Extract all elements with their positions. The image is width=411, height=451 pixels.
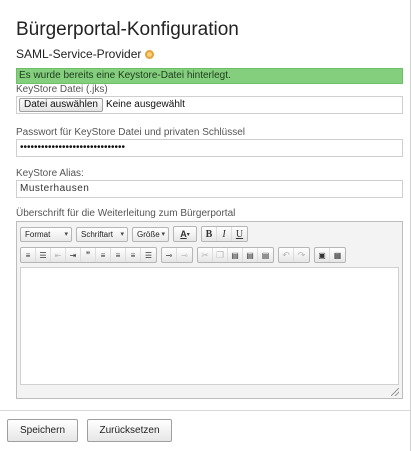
history-group: ↶ ↷ [278, 247, 310, 263]
page-title: Bürgerportal-Konfiguration [16, 19, 239, 40]
align-right-icon: ≡ [130, 250, 136, 260]
underline-button[interactable]: U [232, 227, 247, 241]
clipboard-group: ✂ ❐ ▤ ▤ ▤ [197, 247, 274, 263]
table-icon: ▦ [333, 250, 342, 260]
section-title: SAML-Service-Provider [16, 47, 155, 61]
password-label: Passwort für KeyStore Datei und privaten… [16, 127, 245, 138]
align-left-icon: ≡ [100, 250, 106, 260]
keystore-notice: Es wurde bereits eine Keystore-Datei hin… [16, 68, 403, 84]
align-center-button[interactable]: ≡ [111, 248, 126, 262]
resize-grip-icon[interactable] [391, 388, 399, 396]
font-dropdown-label: Schriftart [81, 229, 114, 239]
cut-button[interactable]: ✂ [198, 248, 213, 262]
link-button[interactable]: ⊸ [162, 248, 177, 262]
blockquote-button[interactable]: ” [81, 248, 96, 262]
save-button[interactable]: Speichern [7, 419, 78, 442]
unlink-icon: ⊸ [181, 250, 188, 260]
info-icon[interactable] [145, 49, 155, 59]
chevron-down-icon: ▾ [120, 230, 124, 238]
copy-icon: ❐ [215, 249, 225, 260]
outdent-button[interactable]: ⇤ [51, 248, 66, 262]
image-icon: ▣ [318, 250, 326, 260]
password-field[interactable]: •••••••••••••••••••••••••••••• [16, 139, 403, 157]
config-page: Bürgerportal-Konfiguration SAML-Service-… [0, 0, 411, 451]
blockquote-icon: ” [85, 250, 91, 260]
justify-icon: ☰ [144, 250, 153, 260]
underline-icon: U [235, 228, 244, 240]
align-right-button[interactable]: ≡ [126, 248, 141, 262]
paste-word-icon: ▤ [261, 250, 270, 260]
keystore-file-label: KeyStore Datei (.jks) [16, 84, 108, 95]
indent-icon: ⇥ [69, 250, 77, 260]
choose-file-button[interactable]: Datei auswählen [19, 98, 103, 112]
size-dropdown[interactable]: Größe ▾ [132, 226, 169, 242]
paste-word-button[interactable]: ▤ [258, 248, 273, 262]
image-button[interactable]: ▣ [315, 248, 330, 262]
keystore-file-field: Datei auswählen Keine ausgewählt [16, 96, 403, 114]
copy-button[interactable]: ❐ [213, 248, 228, 262]
reset-button[interactable]: Zurücksetzen [87, 419, 172, 442]
size-dropdown-label: Größe [137, 229, 160, 239]
text-color-group: A ▾ [173, 226, 197, 242]
editor-toolbar-row-1: Format ▾ Schriftart ▾ Größe ▾ A ▾ B I U [20, 225, 252, 243]
paste-text-icon: ▤ [246, 250, 254, 260]
chevron-down-icon: ▾ [64, 230, 68, 238]
italic-button[interactable]: I [217, 227, 232, 241]
justify-button[interactable]: ☰ [141, 248, 156, 262]
paste-icon: ▤ [231, 250, 239, 260]
redo-icon: ↷ [297, 249, 306, 260]
alias-input[interactable]: Musterhausen [16, 180, 403, 198]
undo-icon: ↶ [282, 249, 290, 260]
password-value: •••••••••••••••••••••••••••••• [20, 142, 126, 153]
chevron-down-icon: ▾ [161, 230, 165, 238]
link-icon: ⊸ [165, 250, 173, 260]
indent-button[interactable]: ⇥ [66, 248, 81, 262]
footer-divider [0, 410, 411, 411]
italic-icon: I [222, 228, 226, 240]
table-button[interactable]: ▦ [330, 248, 345, 262]
link-group: ⊸ ⊸ [161, 247, 193, 263]
text-color-button[interactable]: A ▾ [174, 227, 196, 241]
rich-text-editor: Format ▾ Schriftart ▾ Größe ▾ A ▾ B I U ≡ [16, 221, 403, 399]
redo-button[interactable]: ↷ [294, 248, 309, 262]
bulleted-list-icon: ☰ [39, 250, 47, 260]
format-dropdown[interactable]: Format ▾ [20, 226, 72, 242]
format-dropdown-label: Format [25, 229, 51, 239]
editor-toolbar-row-2: ≡ ☰ ⇤ ⇥ ” ≡ ≡ ≡ ☰ ⊸ ⊸ ✂ ❐ ▤ ▤ ▤ ↶ ↷ ▣ ▦ [20, 246, 350, 264]
font-dropdown[interactable]: Schriftart ▾ [76, 226, 128, 242]
editor-resize-bar [17, 386, 402, 398]
bold-button[interactable]: B [202, 227, 217, 241]
numbered-list-button[interactable]: ≡ [21, 248, 36, 262]
bulleted-list-button[interactable]: ☰ [36, 248, 51, 262]
editor-label: Überschrift für die Weiterleitung zum Bü… [16, 208, 236, 219]
editor-content-area[interactable] [20, 267, 399, 385]
section-title-text: SAML-Service-Provider [16, 47, 142, 61]
paste-text-button[interactable]: ▤ [243, 248, 258, 262]
paste-button[interactable]: ▤ [228, 248, 243, 262]
align-left-button[interactable]: ≡ [96, 248, 111, 262]
cut-icon: ✂ [201, 249, 209, 260]
numbered-list-icon: ≡ [25, 250, 31, 260]
unlink-button[interactable]: ⊸ [177, 248, 192, 262]
paragraph-group: ≡ ☰ ⇤ ⇥ ” ≡ ≡ ≡ ☰ [20, 247, 157, 263]
undo-button[interactable]: ↶ [279, 248, 294, 262]
align-center-icon: ≡ [115, 250, 121, 260]
outdent-icon: ⇤ [54, 250, 62, 260]
file-status: Keine ausgewählt [105, 99, 185, 110]
alias-label: KeyStore Alias: [16, 168, 84, 179]
insert-group: ▣ ▦ [314, 247, 346, 263]
bold-icon: B [205, 228, 213, 240]
basic-style-group: B I U [201, 226, 248, 242]
